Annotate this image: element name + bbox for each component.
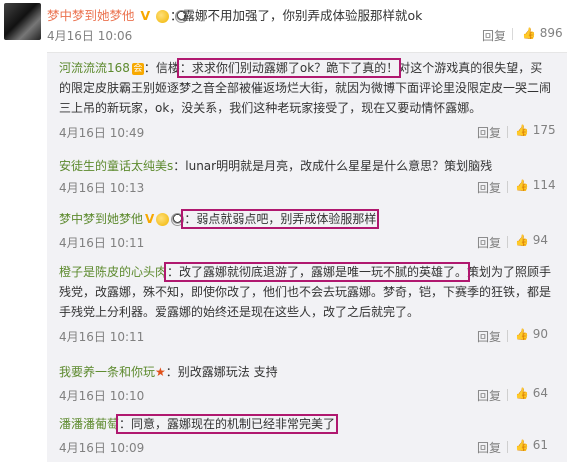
- like-button[interactable]: 👍 114: [515, 178, 556, 192]
- list-item: 梦中梦到她梦他 V ：弱点就弱点吧，别弄成体验服那样 4月16日 10:11 回复 …: [59, 209, 559, 252]
- thumbs-up-icon: 👍: [515, 387, 529, 400]
- reply-button[interactable]: 回复: [482, 27, 506, 44]
- like-count: 94: [532, 233, 548, 247]
- emoji-icon: [156, 10, 170, 23]
- highlighted-text: ：求求你们别动露娜了ok？跪下了真的！: [176, 58, 402, 78]
- reply-button[interactable]: 回复: [477, 234, 501, 251]
- reply-text: ：别改露娜玩法 支持: [165, 365, 278, 379]
- list-item: 潘潘潘葡萄：同意，露娜现在的机制已经非常完美了 4月16日 10:09 回复 👍…: [59, 414, 559, 457]
- reply-username[interactable]: 潘潘潘葡萄: [59, 417, 119, 431]
- thumbs-up-icon: 👍: [515, 234, 529, 247]
- list-item: 橙子是陈皮的心头肉：改了露娜就彻底退游了，露娜是唯一玩不腻的英雄了。策划为了照顾…: [59, 262, 559, 346]
- thumbs-up-icon: 👍: [515, 439, 529, 452]
- divider: [507, 126, 508, 138]
- reply-time: 4月16日 10:11: [59, 330, 145, 344]
- list-item: 安徒生的童话太纯美s：lunar明明就是月亮，改成什么星星是什么意思？策划脑残 …: [59, 156, 559, 197]
- like-count: 175: [532, 123, 556, 137]
- like-count: 90: [532, 327, 548, 341]
- highlighted-text: ：改了露娜就彻底退游了，露娜是唯一玩不腻的英雄了。: [164, 262, 471, 282]
- like-count: 896: [539, 26, 563, 40]
- like-count: 64: [532, 386, 548, 400]
- highlighted-text: ：同意，露娜现在的机制已经非常完美了: [116, 414, 339, 434]
- reply-text: 的限定皮肤霸王别姬逐梦之音全部被催返场烂大街，就因为微博下面评论里没限定皮一哭二…: [59, 81, 552, 95]
- avatar[interactable]: [4, 3, 41, 40]
- top-comment-time: 4月16日 10:06: [47, 29, 133, 43]
- reply-text: 手残党上分利器。爱露娜的始终还是现在这些人，改了之后就完了。: [59, 305, 420, 319]
- reply-time: 4月16日 10:09: [59, 441, 145, 455]
- like-button[interactable]: 👍 64: [515, 386, 548, 400]
- top-comment: 梦中梦到她梦他 V ：露娜不用加强了，你别弄成体验服那样就ok 4月16日 10…: [0, 0, 567, 44]
- reply-prefix: ：信楼: [143, 61, 180, 75]
- like-button[interactable]: 👍 90: [515, 327, 548, 341]
- thumbs-up-icon: 👍: [515, 328, 529, 341]
- reply-username[interactable]: 梦中梦到她梦他: [59, 212, 143, 226]
- reply-text: ：lunar明明就是月亮，改成什么星星是什么意思？策划脑残: [173, 159, 493, 173]
- verified-badge-icon: V: [145, 212, 155, 226]
- member-badge-icon: 会: [131, 62, 144, 75]
- reply-button[interactable]: 回复: [477, 328, 501, 345]
- verified-badge-icon: V: [140, 8, 151, 23]
- reply-text: 策划为了照顾手: [467, 265, 552, 279]
- star-icon: ★: [155, 365, 166, 379]
- reply-time: 4月16日 10:11: [59, 236, 145, 250]
- top-comment-username[interactable]: 梦中梦到她梦他 V: [47, 5, 189, 24]
- divider: [507, 330, 508, 342]
- panda-icon: [171, 213, 185, 226]
- emoji-icon: [156, 213, 170, 226]
- like-button[interactable]: 👍 896: [522, 26, 563, 40]
- divider: [507, 389, 508, 401]
- reply-time: 4月16日 10:10: [59, 389, 145, 403]
- like-button[interactable]: 👍 94: [515, 233, 548, 247]
- like-button[interactable]: 👍 61: [515, 438, 548, 452]
- reply-username[interactable]: 河流流流168: [59, 61, 130, 75]
- divider: [512, 28, 513, 40]
- reply-text: 对这个游戏真的很失望，买: [398, 61, 543, 75]
- reply-button[interactable]: 回复: [477, 179, 501, 196]
- reply-text: 三上吊的新玩家，ok，没关系，我们这种老玩家接受了，现在又要动情怀露娜。: [59, 101, 482, 115]
- list-item: 我要养一条和你玩★：别改露娜玩法 支持 4月16日 10:10 回复 👍 64: [59, 362, 559, 405]
- thumbs-up-icon: 👍: [515, 179, 529, 192]
- thumbs-up-icon: 👍: [522, 27, 536, 40]
- reply-button[interactable]: 回复: [477, 124, 501, 141]
- reply-username[interactable]: 我要养一条和你玩: [59, 365, 155, 379]
- reply-time: 4月16日 10:13: [59, 181, 145, 195]
- reply-button[interactable]: 回复: [477, 439, 501, 456]
- highlighted-text: ：弱点就弱点吧，别弄成体验服那样: [181, 209, 380, 229]
- divider: [507, 236, 508, 248]
- list-item: 河流流流168 会：信楼：求求你们别动露娜了ok？跪下了真的！对这个游戏真的很失望…: [59, 58, 559, 142]
- like-count: 114: [532, 178, 556, 192]
- like-count: 61: [532, 438, 548, 452]
- like-button[interactable]: 👍 175: [515, 123, 556, 137]
- reply-time: 4月16日 10:49: [59, 126, 145, 140]
- reply-username[interactable]: 安徒生的童话太纯美s: [59, 159, 173, 173]
- divider: [507, 441, 508, 453]
- reply-username[interactable]: 橙子是陈皮的心头肉: [59, 265, 167, 279]
- divider: [507, 181, 508, 193]
- reply-text: 残党，改露娜，殊不知，即使你改了，他们也不会去玩露娜。梦奇，铠，下赛季的狂铁，都…: [59, 285, 552, 299]
- reply-button[interactable]: 回复: [477, 387, 501, 404]
- top-comment-text: ：露娜不用加强了，你别弄成体验服那样就ok: [170, 8, 423, 23]
- thumbs-up-icon: 👍: [515, 124, 529, 137]
